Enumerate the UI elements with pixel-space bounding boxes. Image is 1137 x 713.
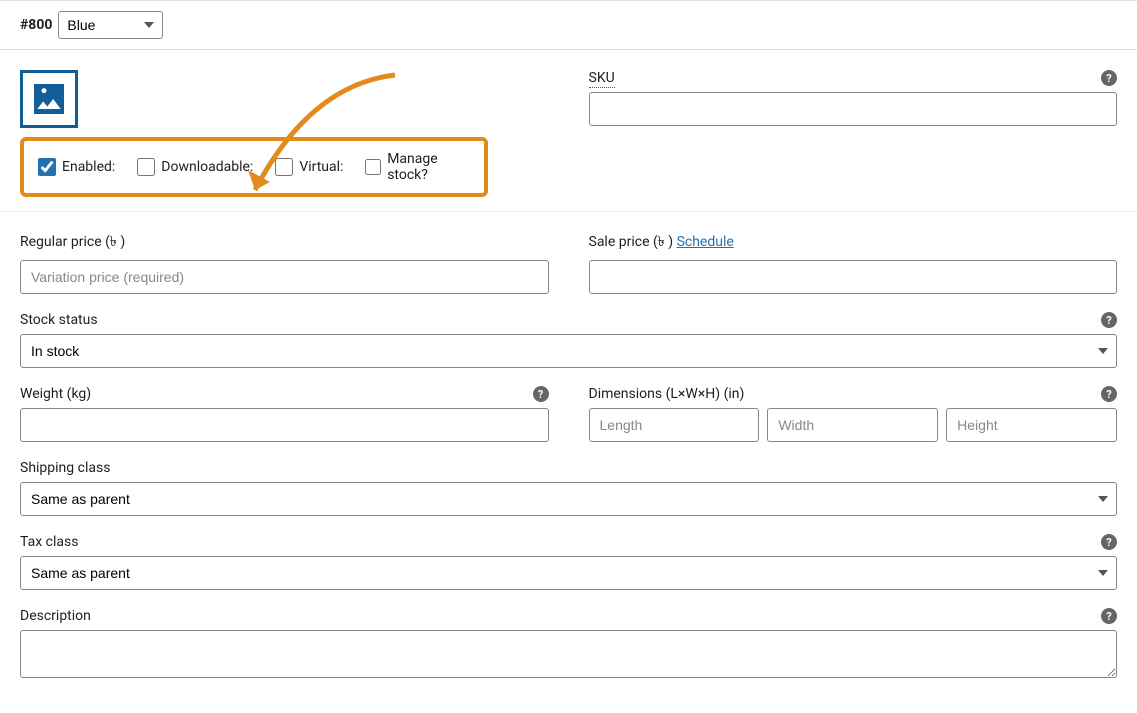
downloadable-checkbox[interactable] — [137, 158, 155, 176]
help-icon[interactable]: ? — [1101, 70, 1117, 86]
schedule-link[interactable]: Schedule — [677, 234, 734, 250]
enabled-label: Enabled: — [62, 159, 115, 175]
enabled-checkbox[interactable] — [38, 158, 56, 176]
description-label: Description — [20, 608, 91, 624]
height-input[interactable] — [946, 408, 1117, 442]
length-input[interactable] — [589, 408, 760, 442]
stock-status-select[interactable]: In stock — [20, 334, 1117, 368]
sku-input[interactable] — [589, 92, 1118, 126]
sale-price-label: Sale price (৳ ) — [589, 234, 674, 250]
attribute-select[interactable]: Blue — [58, 11, 163, 39]
dimensions-label: Dimensions (L×W×H) (in) — [589, 386, 745, 402]
sku-label: SKU — [589, 70, 615, 88]
width-input[interactable] — [767, 408, 938, 442]
shipping-class-select[interactable]: Same as parent — [20, 482, 1117, 516]
weight-input[interactable] — [20, 408, 549, 442]
variation-content: Enabled: Downloadable: Virtual: Manage s… — [0, 50, 1137, 702]
description-textarea[interactable] — [20, 630, 1117, 678]
help-icon[interactable]: ? — [1101, 312, 1117, 328]
manage-stock-label: Manage stock? — [387, 151, 470, 183]
tax-class-select[interactable]: Same as parent — [20, 556, 1117, 590]
help-icon[interactable]: ? — [1101, 534, 1117, 550]
virtual-label: Virtual: — [299, 159, 343, 175]
virtual-checkbox[interactable] — [275, 158, 293, 176]
stock-status-label: Stock status — [20, 312, 98, 328]
image-icon — [29, 79, 69, 119]
shipping-class-label: Shipping class — [20, 460, 1117, 476]
help-icon[interactable]: ? — [1101, 386, 1117, 402]
variation-id: #800 — [20, 17, 52, 33]
help-icon[interactable]: ? — [1101, 608, 1117, 624]
tax-class-label: Tax class — [20, 534, 78, 550]
weight-label: Weight (kg) — [20, 386, 91, 402]
sale-price-input[interactable] — [589, 260, 1118, 294]
checkbox-highlight-box: Enabled: Downloadable: Virtual: Manage s… — [20, 137, 488, 197]
variation-header: #800 Blue — [0, 0, 1137, 50]
manage-stock-checkbox[interactable] — [365, 158, 381, 176]
regular-price-label: Regular price (৳ ) — [20, 230, 549, 254]
downloadable-label: Downloadable: — [161, 159, 253, 175]
help-icon[interactable]: ? — [533, 386, 549, 402]
variation-image-button[interactable] — [20, 70, 78, 128]
regular-price-input[interactable] — [20, 260, 549, 294]
